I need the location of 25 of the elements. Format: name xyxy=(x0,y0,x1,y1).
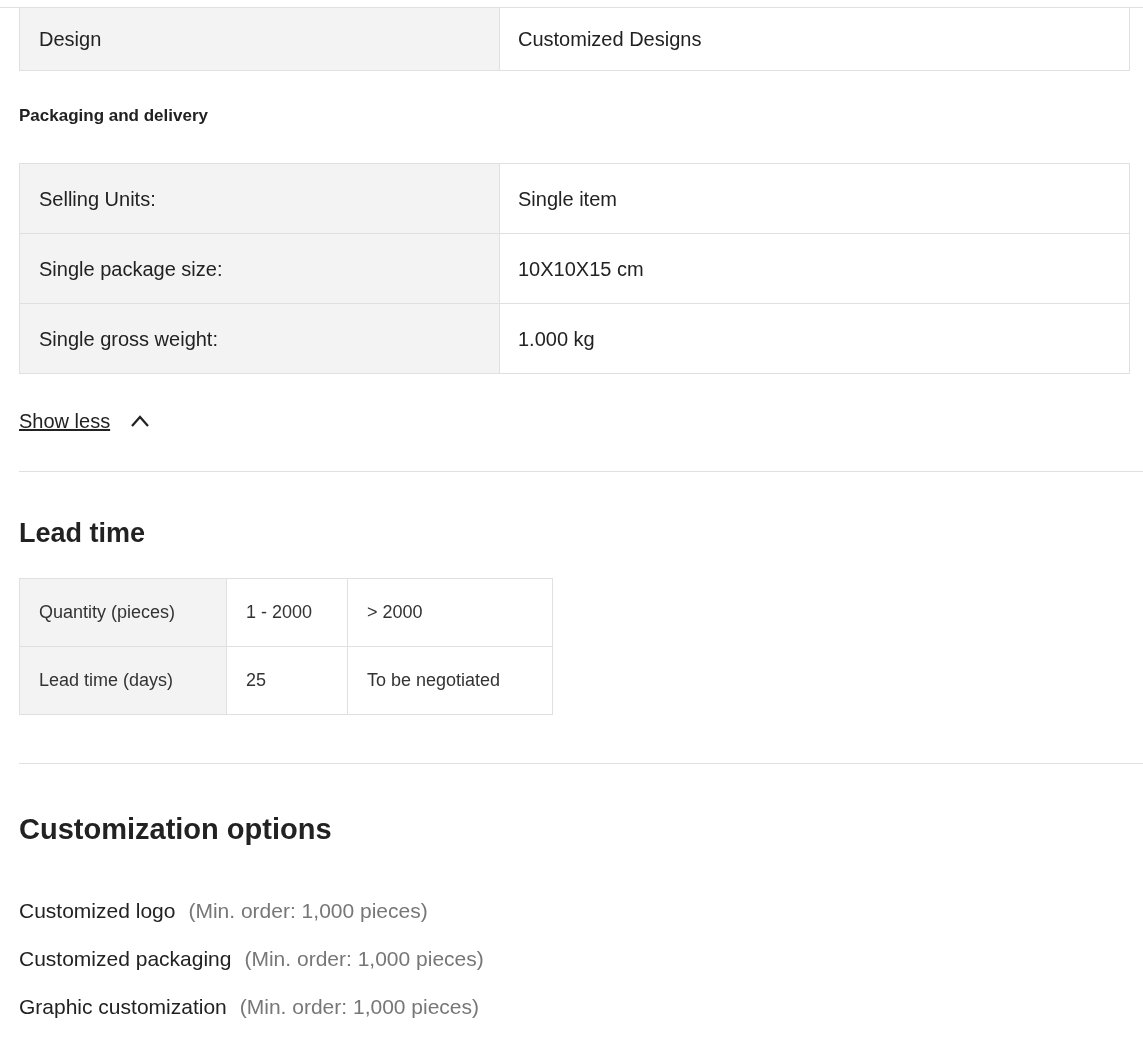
option-note: (Min. order: 1,000 pieces) xyxy=(188,898,428,925)
section-subtitle: Packaging and delivery xyxy=(19,105,209,127)
table-cell-text: 10X10X15 cm xyxy=(517,256,645,282)
table-cell: To be negotiated xyxy=(348,647,553,715)
table-cell: 1 - 2000 xyxy=(227,579,348,647)
section-heading: Customization options xyxy=(19,812,333,847)
option-name: Customized logo xyxy=(19,898,176,925)
table-cell: Single package size: xyxy=(20,234,500,303)
option-note: (Min. order: 1,000 pieces) xyxy=(239,994,480,1021)
table-cell-text: 1.000 kg xyxy=(517,326,596,352)
table-cell: Single gross weight: xyxy=(20,304,500,373)
show-less-link[interactable]: Show less xyxy=(19,406,111,436)
table-cell: Selling Units: xyxy=(20,164,500,233)
option-note: (Min. order: 1,000 pieces) xyxy=(244,946,484,973)
option-name: Customized packaging xyxy=(19,946,232,973)
table-cell-text: Single item xyxy=(517,186,618,212)
option-name: Graphic customization xyxy=(19,994,227,1021)
table-cell-text: Customized Designs xyxy=(517,27,703,52)
table-cell: Lead time (days) xyxy=(20,647,227,715)
table-cell: 25 xyxy=(227,647,348,715)
table-cell: > 2000 xyxy=(348,579,553,647)
table-cell: Design xyxy=(20,8,500,70)
section-heading: Lead time xyxy=(19,517,147,550)
table-cell: Quantity (pieces) xyxy=(20,579,227,647)
chevron-up-icon xyxy=(130,415,151,427)
